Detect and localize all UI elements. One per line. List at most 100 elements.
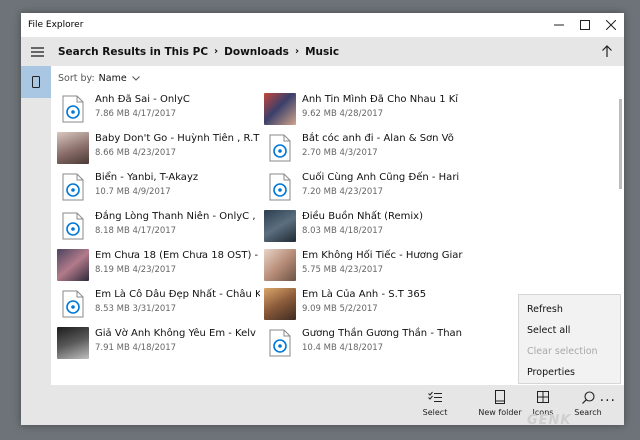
new-folder-button[interactable]: New folder — [472, 387, 528, 423]
audio-file-icon — [62, 173, 84, 201]
breadcrumb-search-results[interactable]: Search Results in This PC — [58, 46, 208, 58]
file-item[interactable]: Baby Don't Go - Huỳnh Tiên , R.T 8.66 MB … — [57, 132, 262, 167]
file-item[interactable]: Anh Tin Mình Đã Cho Nhau 1 Kỉ 9.62 MB 4/2… — [264, 93, 469, 128]
close-button[interactable] — [598, 13, 624, 37]
new-folder-label: New folder — [478, 408, 522, 417]
menu-item-refresh[interactable]: Refresh — [519, 299, 620, 320]
window-title: File Explorer — [28, 20, 84, 30]
file-name: Em Chưa 18 (Em Chưa 18 OST) - V — [95, 250, 260, 261]
sidebar — [21, 66, 51, 425]
file-explorer-window: File Explorer Search Results in This PC … — [21, 13, 624, 425]
file-thumbnail — [57, 210, 89, 242]
select-label: Select — [422, 408, 448, 417]
file-text: Bắt cóc anh đi - Alan & Sơn Võ 2.70 MB 4/… — [302, 132, 467, 160]
file-text: Cuối Cùng Anh Cũng Đến - Hari 7.20 MB 4/2… — [302, 171, 467, 199]
audio-file-icon — [269, 134, 291, 162]
file-meta: 10.4 MB 4/18/2017 — [302, 343, 384, 353]
file-thumbnail — [264, 132, 296, 164]
menu-item-properties[interactable]: Properties — [519, 362, 620, 383]
file-item[interactable]: Biển - Yanbi, T-Akayz 10.7 MB 4/9/2017 — [57, 171, 262, 206]
sidebar-item-device[interactable] — [21, 66, 51, 98]
file-meta: 8.53 MB 3/31/2017 — [95, 304, 177, 314]
audio-file-icon — [269, 329, 291, 357]
file-item[interactable]: Cuối Cùng Anh Cũng Đến - Hari 7.20 MB 4/2… — [264, 171, 469, 206]
file-text: Anh Tin Mình Đã Cho Nhau 1 Kỉ 9.62 MB 4/2… — [302, 93, 467, 121]
file-name: Em Không Hối Tiếc - Hương Giar — [302, 250, 463, 261]
file-meta: 8.19 MB 4/23/2017 — [95, 265, 177, 275]
file-name: Gương Thần Gương Thần - Than — [302, 328, 463, 339]
breadcrumb-music[interactable]: Music — [305, 46, 339, 58]
menu-button[interactable] — [23, 37, 51, 66]
file-meta: 2.70 MB 4/3/2017 — [302, 148, 378, 158]
file-text: Em Là Của Anh - S.T 365 9.09 MB 5/2/2017 — [302, 288, 467, 316]
file-text: Gương Thần Gương Thần - Than 10.4 MB 4/18… — [302, 327, 467, 355]
select-button[interactable]: Select — [415, 387, 455, 423]
file-item[interactable]: Em Chưa 18 (Em Chưa 18 OST) - V 8.19 MB 4… — [57, 249, 262, 284]
file-name: Em Là Của Anh - S.T 365 — [302, 289, 427, 300]
arrow-up-icon — [602, 45, 612, 57]
search-label: Search — [574, 408, 602, 417]
file-grid: Anh Đã Sai - OnlyC 7.86 MB 4/17/2017 Anh T… — [57, 93, 497, 362]
file-meta: 8.18 MB 4/17/2017 — [95, 226, 177, 236]
hamburger-icon — [30, 46, 44, 57]
breadcrumb-separator: › — [214, 46, 219, 57]
file-item[interactable]: Điều Buồn Nhất (Remix) 8.03 MB 4/18/2017 — [264, 210, 469, 245]
file-item[interactable]: Giả Vờ Anh Không Yêu Em - Kelv 7.91 MB 4/… — [57, 327, 262, 362]
album-art-image — [264, 288, 296, 320]
watermark-logo: GENK — [527, 413, 572, 428]
file-thumbnail — [57, 327, 89, 359]
file-name: Anh Đã Sai - OnlyC — [95, 94, 190, 105]
file-item[interactable]: Em Là Của Anh - S.T 365 9.09 MB 5/2/2017 — [264, 288, 469, 323]
file-name: Bắt cóc anh đi - Alan & Sơn Võ — [302, 133, 454, 144]
search-button[interactable]: Search — [573, 387, 603, 423]
file-name: Đắng Lòng Thanh Niên - OnlyC , — [95, 211, 256, 222]
file-meta: 9.09 MB 5/2/2017 — [302, 304, 378, 314]
file-item[interactable]: Bắt cóc anh đi - Alan & Sơn Võ 2.70 MB 4/… — [264, 132, 469, 167]
file-meta: 7.20 MB 4/23/2017 — [302, 187, 384, 197]
album-art-image — [264, 249, 296, 281]
file-item[interactable]: Em Không Hối Tiếc - Hương Giar 5.75 MB 4/… — [264, 249, 469, 284]
file-thumbnail — [264, 249, 296, 281]
file-item[interactable]: Em Là Cô Dâu Đẹp Nhất - Châu K 8.53 MB 3/… — [57, 288, 262, 323]
file-item[interactable]: Đắng Lòng Thanh Niên - OnlyC , 8.18 MB 4/… — [57, 210, 262, 245]
album-art-image — [57, 327, 89, 359]
breadcrumb-downloads[interactable]: Downloads — [224, 46, 289, 58]
audio-file-icon — [62, 95, 84, 123]
file-name: Anh Tin Mình Đã Cho Nhau 1 Kỉ — [302, 94, 459, 105]
file-name: Baby Don't Go - Huỳnh Tiên , R.T — [95, 133, 260, 144]
more-options-button[interactable]: ··· — [600, 393, 616, 409]
scrollbar[interactable] — [619, 99, 622, 189]
album-art-image — [57, 132, 89, 164]
file-thumbnail — [264, 327, 296, 359]
file-text: Anh Đã Sai - OnlyC 7.86 MB 4/17/2017 — [95, 93, 260, 121]
file-text: Biển - Yanbi, T-Akayz 10.7 MB 4/9/2017 — [95, 171, 260, 199]
minimize-button[interactable] — [546, 13, 572, 37]
file-item[interactable]: Anh Đã Sai - OnlyC 7.86 MB 4/17/2017 — [57, 93, 262, 128]
audio-file-icon — [62, 290, 84, 318]
file-thumbnail — [57, 171, 89, 203]
file-text: Đắng Lòng Thanh Niên - OnlyC , 8.18 MB 4/… — [95, 210, 260, 238]
file-name: Giả Vờ Anh Không Yêu Em - Kelv — [95, 328, 256, 339]
sort-control[interactable]: Sort by: Name — [58, 73, 140, 84]
close-icon — [606, 20, 616, 30]
sort-value: Name — [98, 73, 127, 84]
file-meta: 8.03 MB 4/18/2017 — [302, 226, 384, 236]
navigation-bar: Search Results in This PC › Downloads › … — [21, 37, 624, 66]
album-art-image — [57, 249, 89, 281]
album-art-image — [264, 210, 296, 242]
file-name: Điều Buồn Nhất (Remix) — [302, 211, 423, 222]
file-text: Giả Vờ Anh Không Yêu Em - Kelv 7.91 MB 4/… — [95, 327, 260, 355]
file-thumbnail — [264, 210, 296, 242]
album-art-image — [264, 93, 296, 125]
menu-item-select-all[interactable]: Select all — [519, 320, 620, 341]
file-name: Cuối Cùng Anh Cũng Đến - Hari — [302, 172, 460, 183]
audio-file-icon — [62, 212, 84, 240]
context-menu: Refresh Select all Clear selection Prope… — [518, 294, 621, 384]
maximize-button[interactable] — [572, 13, 598, 37]
select-icon — [428, 391, 442, 402]
file-item[interactable]: Gương Thần Gương Thần - Than 10.4 MB 4/18… — [264, 327, 469, 362]
up-button[interactable] — [599, 43, 615, 59]
ellipsis-icon: ··· — [599, 393, 616, 409]
maximize-icon — [580, 20, 590, 30]
file-text: Em Không Hối Tiếc - Hương Giar 5.75 MB 4/… — [302, 249, 467, 277]
